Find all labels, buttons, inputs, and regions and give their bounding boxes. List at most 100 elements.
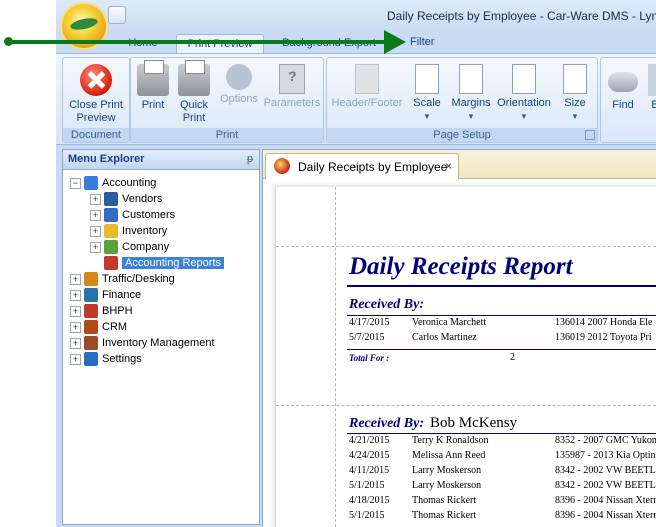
expand-icon[interactable]: +: [70, 321, 81, 333]
close-tab-icon[interactable]: ×: [445, 159, 452, 173]
total-count: 2: [510, 352, 515, 363]
tree-item-label: Accounting Reports: [122, 257, 224, 270]
receipt-date: 5/1/2015: [349, 480, 385, 491]
parameters-label: Parameters: [263, 97, 321, 109]
expand-icon[interactable]: +: [70, 353, 81, 365]
group-label-print: Print: [131, 128, 323, 142]
customers-icon: [104, 208, 118, 223]
header-footer-button[interactable]: Header/Footer: [329, 64, 405, 110]
tree-item[interactable]: + Settings: [70, 351, 142, 367]
tree-item[interactable]: + Vendors: [90, 191, 162, 207]
parameters-button[interactable]: Parameters: [263, 64, 321, 110]
scale-button[interactable]: Scale ▼: [407, 64, 447, 123]
menu-explorer-title: Menu Explorer: [68, 153, 145, 165]
tree-item[interactable]: − Accounting: [70, 175, 156, 191]
receipt-customer: Larry Moskerson: [412, 480, 482, 491]
margins-label: Margins: [451, 97, 491, 109]
tab-daily-receipts[interactable]: Daily Receipts by Employee ×: [265, 153, 459, 179]
expand-icon[interactable]: +: [70, 289, 81, 301]
receipt-customer: Carlos Martinez: [412, 332, 477, 343]
tab-print-preview[interactable]: Print Preview: [176, 34, 264, 54]
quick-print-button[interactable]: Quick Print: [175, 60, 213, 125]
close-print-preview-button[interactable]: Close Print Preview: [65, 64, 127, 125]
tree-item[interactable]: + CRM: [70, 319, 127, 335]
expand-icon[interactable]: +: [90, 209, 101, 221]
tree-item[interactable]: + Company: [90, 239, 169, 255]
vendors-icon: [104, 192, 118, 207]
employee-name: Bob McKensy: [430, 415, 518, 431]
inventory-management-icon: [84, 336, 98, 351]
application-window: Daily Receipts by Employee - Car-Ware DM…: [56, 0, 656, 527]
partial-ribbon-button[interactable]: Bo: [645, 64, 656, 112]
partial-button-label: Bo: [651, 99, 656, 111]
total-for-label: Total For :: [349, 353, 390, 363]
window-title: Daily Receipts by Employee - Car-Ware DM…: [387, 9, 656, 23]
orientation-button[interactable]: Orientation ▼: [493, 64, 555, 123]
size-button[interactable]: Size ▼: [557, 64, 593, 123]
tree-item[interactable]: + BHPH: [70, 303, 133, 319]
pin-icon[interactable]: ᵽ: [247, 150, 253, 169]
settings-icon: [84, 352, 98, 367]
page-setup-launcher-icon[interactable]: [585, 130, 595, 140]
tree-item[interactable]: + Customers: [90, 207, 175, 223]
margin-guide-left: [335, 187, 336, 527]
tree-item[interactable]: + Traffic/Desking: [70, 271, 175, 287]
receipt-date: 4/17/2015: [349, 317, 390, 328]
tree-item-label: Accounting: [102, 177, 157, 190]
close-print-preview-label: Close Print Preview: [69, 99, 123, 124]
print-preview[interactable]: Daily Receipts Report Received By: 4/17/2…: [263, 179, 656, 527]
expand-icon[interactable]: +: [90, 241, 101, 253]
options-label: Options: [220, 93, 258, 105]
receipt-vehicle: 8396 - 2004 Nissan Xterr: [555, 495, 656, 506]
expand-icon[interactable]: +: [90, 193, 101, 205]
tree-item-label: Company: [122, 241, 170, 254]
expand-icon[interactable]: +: [90, 225, 101, 237]
receipt-date: 4/11/2015: [349, 465, 390, 476]
received-by-heading: Received By:: [349, 297, 424, 313]
collapse-icon[interactable]: −: [70, 177, 81, 189]
header-footer-label: Header/Footer: [331, 97, 403, 109]
inventory-icon: [104, 224, 118, 239]
desktop-background: [0, 0, 56, 527]
ribbon-group-page-setup: Header/Footer Scale ▼ Margins ▼ Orientatio…: [326, 57, 598, 143]
orientation-label: Orientation: [497, 97, 551, 109]
tree-item-label: Traffic/Desking: [102, 273, 175, 286]
annotation-arrow-line: [6, 40, 390, 44]
tree-item[interactable]: Accounting Reports: [90, 255, 224, 271]
margins-button[interactable]: Margins ▼: [449, 64, 493, 123]
find-button[interactable]: Find: [605, 64, 641, 112]
expand-icon[interactable]: +: [70, 305, 81, 317]
receipt-customer: Thomas Rickert: [412, 510, 477, 521]
receipt-customer: Larry Moskerson: [412, 465, 482, 476]
quick-access-button[interactable]: [108, 6, 126, 24]
tree-item[interactable]: + Finance: [70, 287, 141, 303]
filter-label[interactable]: Filter: [410, 36, 434, 48]
margin-guide-top: [276, 246, 656, 247]
receipt-vehicle: 8352 - 2007 GMC Yukon: [555, 435, 656, 446]
receipt-vehicle: 8342 - 2002 VW BEETL: [555, 480, 656, 491]
size-label: Size: [564, 97, 586, 109]
size-dropdown-icon: ▼: [571, 112, 579, 121]
print-label: Print: [141, 99, 165, 111]
tree-item-label: Vendors: [122, 193, 163, 206]
tree-item-label: Inventory Management: [102, 337, 215, 350]
receipt-customer: Terry K Ronaldson: [412, 435, 489, 446]
tree-item[interactable]: + Inventory Management: [70, 335, 215, 351]
print-button[interactable]: Print: [135, 60, 171, 112]
quick-printer-icon: [178, 60, 210, 96]
group-label-page-setup: Page Setup: [327, 128, 597, 142]
expand-icon[interactable]: +: [70, 273, 81, 285]
scale-icon: [415, 64, 439, 94]
section-rule: [347, 433, 656, 434]
report-icon: [274, 158, 290, 174]
tree-item-label: Inventory: [122, 225, 168, 238]
options-button[interactable]: Options: [217, 64, 261, 106]
receipt-customer: Thomas Rickert: [412, 495, 477, 506]
report-page: Daily Receipts Report Received By: 4/17/2…: [275, 187, 656, 527]
receipt-date: 4/18/2015: [349, 495, 390, 506]
tree-item[interactable]: + Inventory: [90, 223, 167, 239]
expand-icon[interactable]: +: [70, 337, 81, 349]
ribbon-group-navigation: Find Bo: [600, 57, 656, 143]
receipt-date: 4/24/2015: [349, 450, 390, 461]
scale-label: Scale: [413, 97, 441, 109]
